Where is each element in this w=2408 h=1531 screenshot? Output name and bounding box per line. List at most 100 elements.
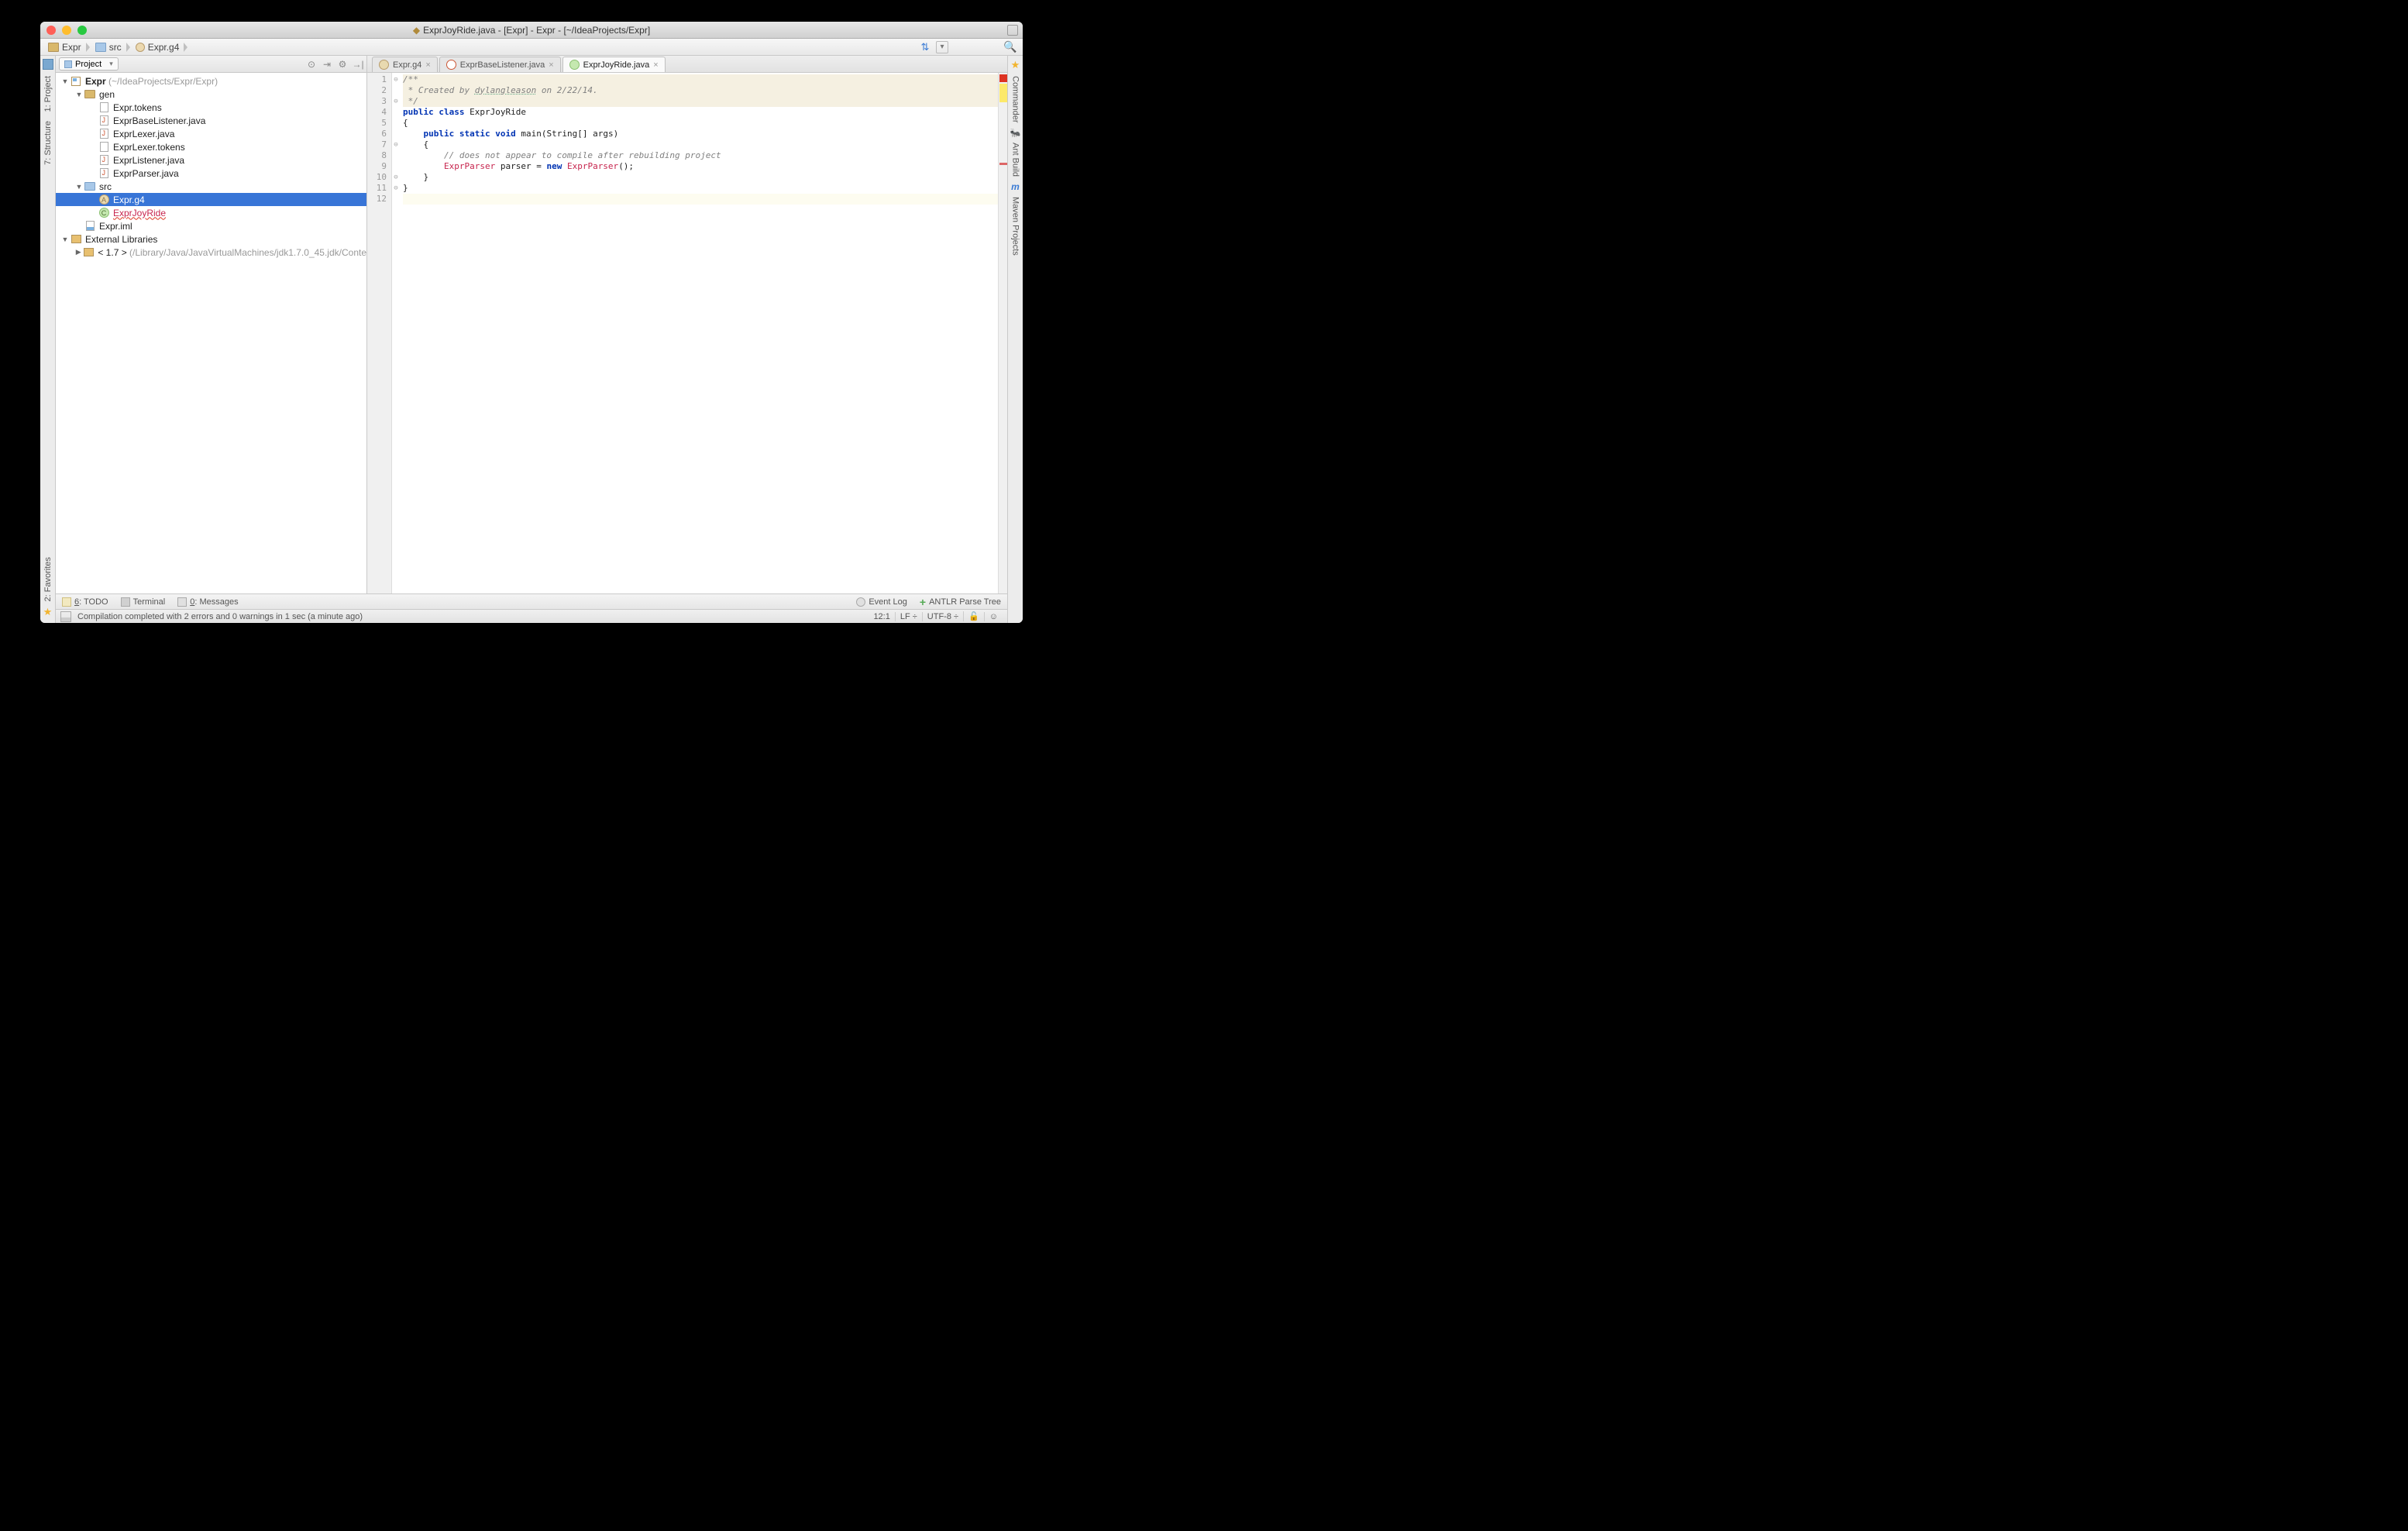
tree-node-label: ExprJoyRide [113, 208, 166, 218]
rail-commander-button[interactable]: Commander [1010, 73, 1022, 126]
code-line[interactable]: { [403, 139, 998, 150]
tree-expand-arrow[interactable]: ▼ [74, 183, 84, 191]
rail-maven-button[interactable]: Maven Projects [1010, 194, 1022, 259]
rail-favorites-button[interactable]: 2: Favorites [42, 554, 54, 604]
maximize-icon[interactable] [1007, 25, 1018, 36]
code-line[interactable] [403, 194, 998, 205]
breadcrumb-item[interactable]: Expr [43, 40, 86, 54]
editor-tab[interactable]: ExprBaseListener.java× [439, 57, 561, 72]
line-number: 4 [367, 107, 387, 118]
tree-node-label: ExprBaseListener.java [113, 115, 205, 126]
messages-tool-button[interactable]: 0: Messages [177, 597, 238, 607]
fold-toggle[interactable]: ⊖ [392, 183, 400, 194]
file-encoding[interactable]: UTF-8 ÷ [922, 612, 963, 621]
java-file-icon [98, 168, 110, 179]
project-view-combo[interactable]: Project [59, 57, 119, 71]
line-number: 1 [367, 74, 387, 85]
error-indicator-icon[interactable] [999, 74, 1007, 82]
code-line[interactable]: } [403, 172, 998, 183]
hide-panel-icon[interactable]: →| [353, 59, 363, 70]
tree-node[interactable]: ExprListener.java [56, 153, 366, 167]
sync-icon[interactable]: ⇅ [919, 41, 931, 53]
search-icon[interactable]: 🔍 [1004, 41, 1017, 53]
terminal-tool-button[interactable]: Terminal [121, 597, 166, 607]
code-line[interactable]: // does not appear to compile after rebu… [403, 150, 998, 161]
fold-toggle[interactable]: ⊖ [392, 139, 400, 150]
tree-expand-arrow[interactable]: ▼ [60, 236, 70, 243]
settings-gear-icon[interactable]: ⚙ [337, 59, 348, 70]
tree-expand-arrow[interactable]: ▶ [74, 248, 82, 256]
code-line[interactable]: ExprParser parser = new ExprParser(); [403, 161, 998, 172]
tree-node[interactable]: ExprJoyRide [56, 206, 366, 219]
fold-toggle[interactable]: ⊖ [392, 96, 400, 107]
bottom-tool-bar: 6: TODO Terminal 0: Messages Event Log + [56, 593, 1007, 609]
tree-expand-arrow[interactable]: ▼ [60, 77, 70, 85]
tree-node[interactable]: ▼Expr (~/IdeaProjects/Expr/Expr) [56, 74, 366, 88]
run-icon[interactable] [953, 41, 965, 53]
code-line[interactable]: { [403, 118, 998, 129]
tree-node[interactable]: ▼src [56, 180, 366, 193]
line-separator[interactable]: LF ÷ [895, 612, 922, 621]
minimize-window-icon[interactable] [62, 26, 71, 35]
error-stripe[interactable] [999, 163, 1007, 165]
todo-tool-button[interactable]: 6: TODO [62, 597, 108, 607]
project-view-icon[interactable] [43, 59, 53, 70]
fold-toggle [392, 194, 400, 205]
fold-toggle[interactable]: ⊖ [392, 172, 400, 183]
close-tab-icon[interactable]: × [653, 60, 658, 70]
code-line[interactable]: public static void main(String[] args) [403, 129, 998, 139]
error-marker-bar[interactable] [998, 73, 1007, 593]
caret-position[interactable]: 12:1 [869, 612, 894, 621]
tree-node[interactable]: ▶< 1.7 > (/Library/Java/JavaVirtualMachi… [56, 246, 366, 259]
status-message: Compilation completed with 2 errors and … [77, 612, 363, 621]
code-editor[interactable]: /** * Created by dylangleason on 2/22/14… [400, 73, 998, 593]
project-tree[interactable]: ▼Expr (~/IdeaProjects/Expr/Expr)▼genExpr… [56, 73, 366, 593]
stop-icon[interactable] [970, 41, 982, 53]
close-tab-icon[interactable]: × [425, 60, 430, 70]
code-line[interactable]: /** [403, 74, 998, 85]
code-line[interactable]: } [403, 183, 998, 194]
line-number: 8 [367, 150, 387, 161]
tree-node[interactable]: ExprLexer.tokens [56, 140, 366, 153]
module-icon [70, 76, 82, 87]
editor-tab[interactable]: ExprJoyRide.java× [562, 57, 666, 72]
tree-node[interactable]: ExprBaseListener.java [56, 114, 366, 127]
tree-node[interactable]: ExprParser.java [56, 167, 366, 180]
code-line[interactable]: public class ExprJoyRide [403, 107, 998, 118]
java-file-icon [98, 115, 110, 126]
collapse-all-icon[interactable]: ⇥ [322, 59, 332, 70]
tree-node[interactable]: Expr.g4 [56, 193, 366, 206]
status-tool-windows-icon[interactable] [60, 611, 71, 622]
scroll-from-source-icon[interactable]: ⊙ [306, 59, 317, 70]
fold-gutter[interactable]: ⊖⊖⊖⊖⊖ [392, 73, 400, 593]
tree-node[interactable]: ▼gen [56, 88, 366, 101]
breadcrumb-item[interactable]: Expr.g4 [131, 40, 184, 54]
close-window-icon[interactable] [46, 26, 56, 35]
antlr-parse-tree-button[interactable]: + ANTLR Parse Tree [920, 596, 1001, 608]
rail-structure-button[interactable]: 7: Structure [42, 118, 54, 168]
tree-node[interactable]: Expr.tokens [56, 101, 366, 114]
zoom-window-icon[interactable] [77, 26, 87, 35]
hector-icon[interactable]: ☺ [984, 612, 1003, 621]
rail-project-button[interactable]: 1: Project [42, 73, 54, 115]
event-log-button[interactable]: Event Log [856, 597, 907, 607]
layout-icon[interactable] [987, 41, 999, 53]
breadcrumb-item[interactable]: src [91, 40, 126, 54]
editor-tab[interactable]: Expr.g4× [372, 57, 438, 72]
warning-stripe[interactable] [999, 84, 1007, 102]
tree-node[interactable]: Expr.iml [56, 219, 366, 232]
tree-node[interactable]: ExprLexer.java [56, 127, 366, 140]
code-line[interactable]: * Created by dylangleason on 2/22/14. [403, 85, 998, 96]
close-tab-icon[interactable]: × [549, 60, 553, 70]
fold-toggle [392, 107, 400, 118]
fold-toggle[interactable]: ⊖ [392, 74, 400, 85]
code-line[interactable]: */ [403, 96, 998, 107]
run-config-dropdown[interactable]: ▾ [936, 41, 948, 53]
read-only-lock-icon[interactable]: 🔓 [963, 611, 984, 621]
tree-node-label: Expr.iml [99, 221, 132, 232]
commander-icon: ★ [1011, 59, 1020, 71]
tree-expand-arrow[interactable]: ▼ [74, 91, 84, 98]
fold-toggle [392, 129, 400, 139]
rail-ant-build-button[interactable]: Ant Build [1010, 139, 1022, 180]
tree-node[interactable]: ▼External Libraries [56, 232, 366, 246]
